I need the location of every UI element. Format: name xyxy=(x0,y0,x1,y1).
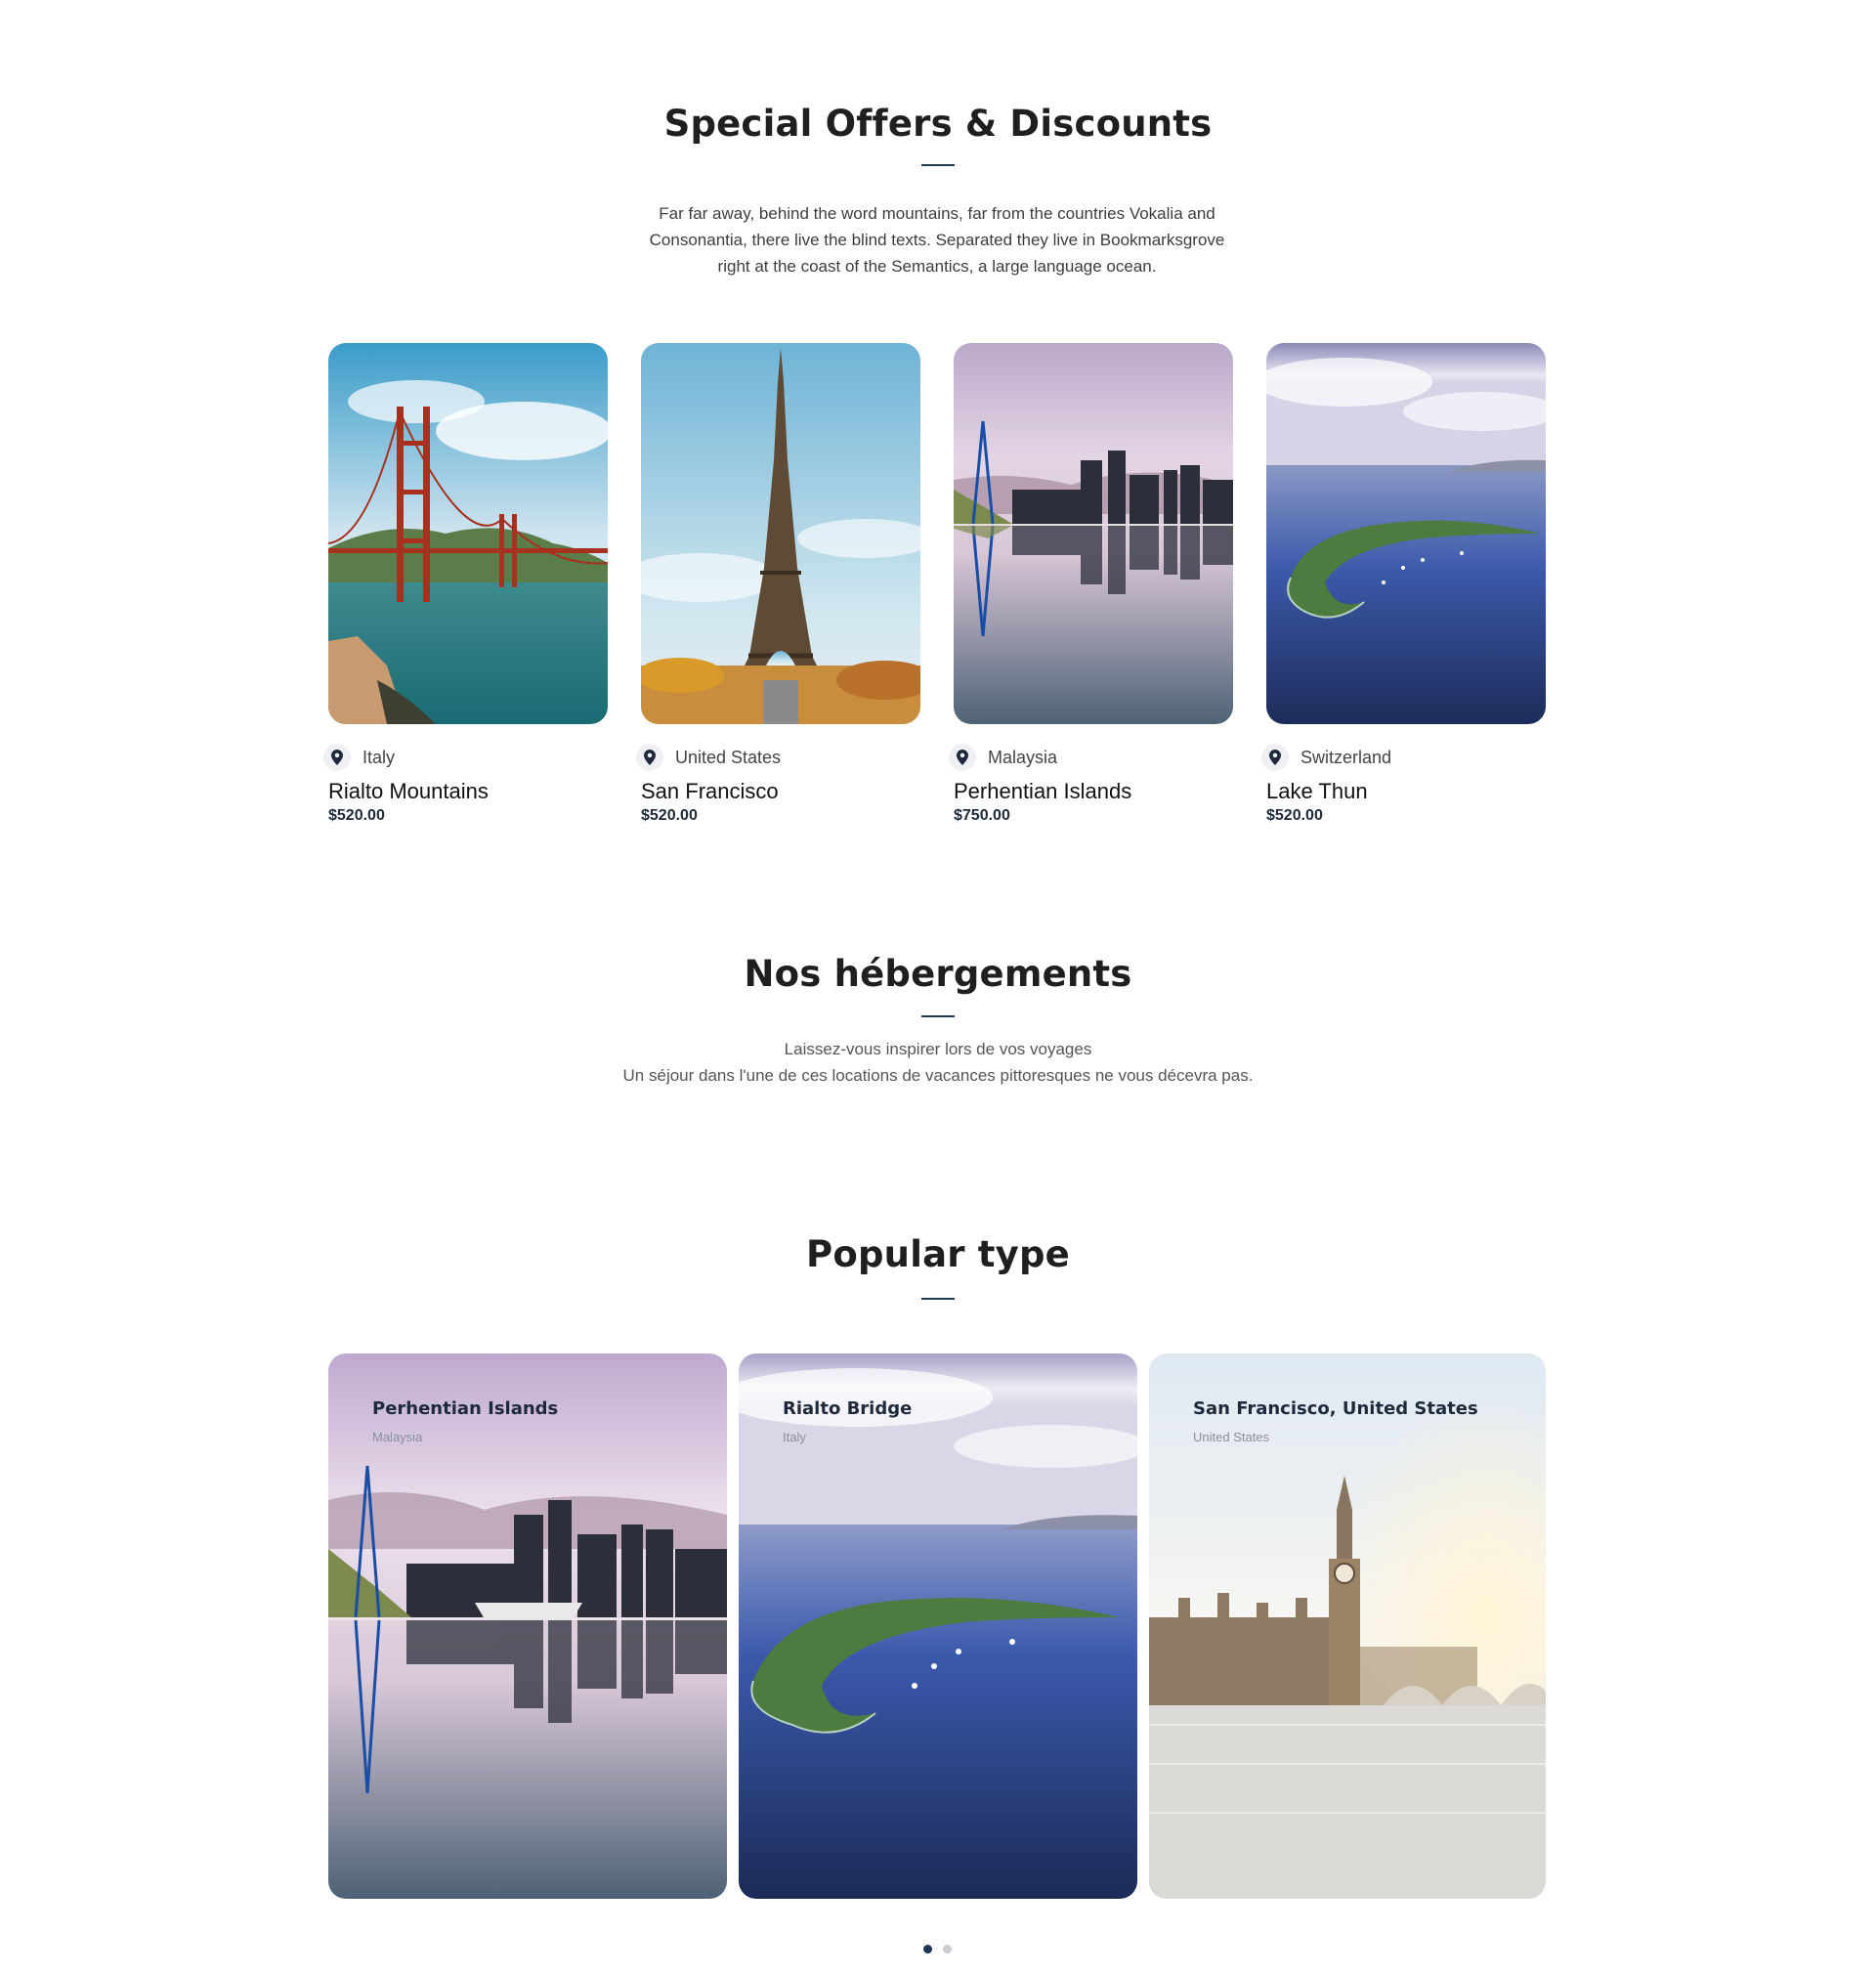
offer-card[interactable]: United States San Francisco $520.00 xyxy=(636,343,920,825)
section-description: Far far away, behind the word mountains,… xyxy=(649,204,1225,276)
offer-price: $520.00 xyxy=(328,807,385,824)
carousel-dot-2[interactable] xyxy=(943,1945,952,1954)
carousel-dots xyxy=(923,1945,952,1954)
popular-card-subtitle: Italy xyxy=(783,1430,806,1444)
offer-image-crescent-island[interactable] xyxy=(1266,343,1546,724)
offer-location: Italy xyxy=(323,744,608,771)
offer-price: $520.00 xyxy=(641,807,698,824)
map-pin-icon xyxy=(1261,744,1289,771)
popular-card[interactable]: Perhentian Islands Malaysia xyxy=(328,1353,727,1899)
popular-card-title: San Francisco, United States xyxy=(1193,1398,1478,1419)
offer-name[interactable]: Perhentian Islands xyxy=(954,778,1233,805)
offer-image-golden-gate[interactable] xyxy=(328,343,608,724)
section-description: Laissez-vous inspirer lors de vos voyage… xyxy=(547,1036,1329,1089)
popular-card[interactable]: Rialto Bridge Italy xyxy=(739,1353,1137,1899)
offer-country: United States xyxy=(675,747,782,767)
offer-name[interactable]: San Francisco xyxy=(641,778,920,805)
description-line: Un séjour dans l'une de ces locations de… xyxy=(622,1066,1254,1085)
section-title: Popular type xyxy=(806,1233,1070,1275)
map-pin-icon xyxy=(636,744,663,771)
offer-image-eiffel-tower[interactable] xyxy=(641,343,920,724)
popular-card-subtitle: Malaysia xyxy=(372,1430,423,1444)
map-pin-icon xyxy=(323,744,351,771)
offer-price: $750.00 xyxy=(954,807,1010,824)
offer-location: Switzerland xyxy=(1261,744,1546,771)
offer-country: Switzerland xyxy=(1300,747,1392,767)
section-title: Nos hébergements xyxy=(744,953,1132,995)
offer-card[interactable]: Italy Rialto Mountains $520.00 xyxy=(323,343,608,825)
title-underline xyxy=(921,1298,955,1300)
popular-card-title: Rialto Bridge xyxy=(783,1398,913,1419)
offer-country: Italy xyxy=(362,747,396,767)
carousel-dot-1[interactable] xyxy=(923,1945,932,1954)
description-line: Laissez-vous inspirer lors de vos voyage… xyxy=(784,1040,1092,1058)
offer-card[interactable]: Switzerland Lake Thun $520.00 xyxy=(1261,343,1546,825)
popular-carousel[interactable]: Perhentian Islands Malaysia Rialto Bridg… xyxy=(328,1353,1546,1899)
offer-location: United States xyxy=(636,744,920,771)
popular-card-subtitle: United States xyxy=(1193,1430,1270,1444)
popular-card[interactable]: San Francisco, United States United Stat… xyxy=(1149,1353,1546,1899)
offer-country: Malaysia xyxy=(988,747,1058,767)
offer-price: $520.00 xyxy=(1266,807,1323,824)
offer-image-city-skyline[interactable] xyxy=(954,343,1233,724)
title-underline xyxy=(921,164,955,166)
offer-card[interactable]: Malaysia Perhentian Islands $750.00 xyxy=(949,343,1233,825)
section-title: Special Offers & Discounts xyxy=(663,103,1213,145)
map-pin-icon xyxy=(949,744,976,771)
offer-name[interactable]: Rialto Mountains xyxy=(328,778,608,805)
offer-name[interactable]: Lake Thun xyxy=(1266,778,1546,805)
popular-card-title: Perhentian Islands xyxy=(372,1398,559,1419)
offers-grid: Italy Rialto Mountains $520.00 United St… xyxy=(323,343,1546,832)
offer-location: Malaysia xyxy=(949,744,1233,771)
title-underline xyxy=(921,1015,955,1017)
